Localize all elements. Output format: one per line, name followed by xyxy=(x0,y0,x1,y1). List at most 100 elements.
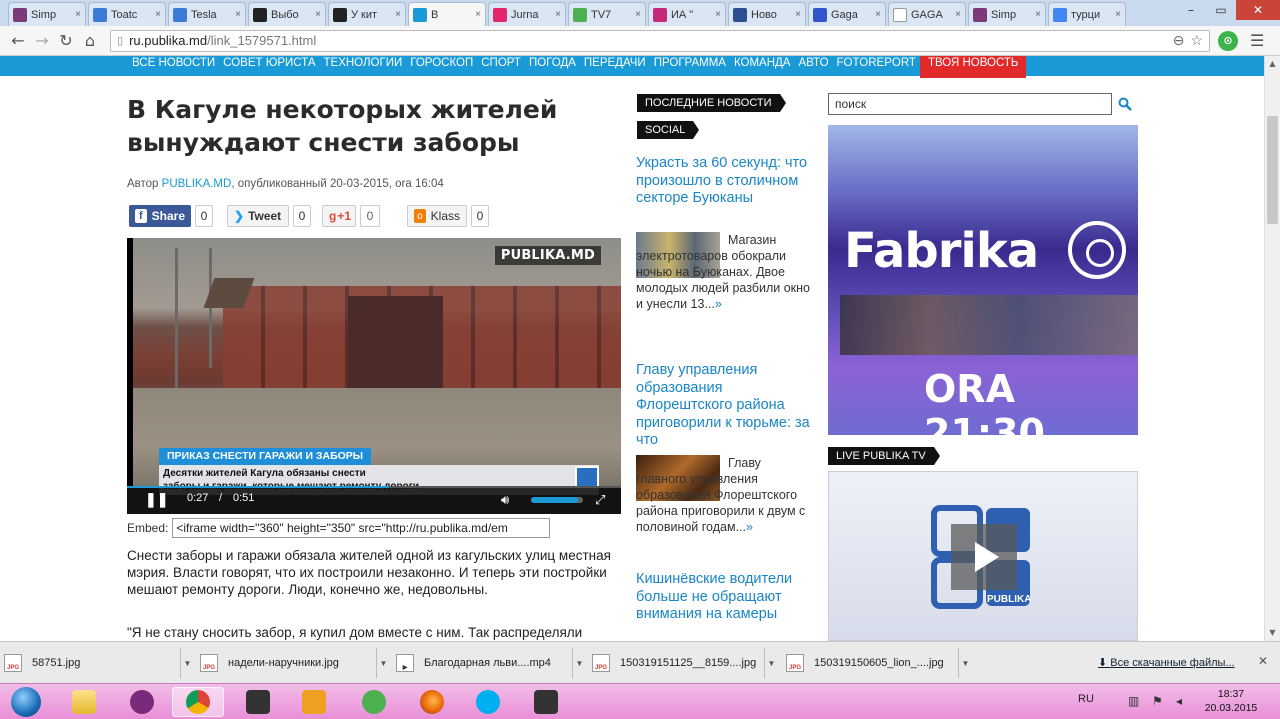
download-item[interactable]: JPG 58751.jpg ▼ xyxy=(4,648,194,678)
tab-close-icon[interactable]: × xyxy=(635,9,641,20)
volume-slider[interactable] xyxy=(531,497,583,503)
taskbar-app-chrome[interactable] xyxy=(172,687,224,717)
download-item[interactable]: ▶ Благодарная льви....mp4 ▼ xyxy=(396,648,586,678)
embed-code-field[interactable] xyxy=(172,518,551,538)
taskbar-app-skype[interactable] xyxy=(462,687,514,717)
tab-close-icon[interactable]: × xyxy=(795,9,801,20)
flag-icon[interactable]: ⚑ xyxy=(1152,694,1166,708)
chevron-down-icon[interactable]: ▼ xyxy=(376,648,390,678)
taskbar-app-firefox[interactable] xyxy=(406,687,458,717)
video-player[interactable]: PUBLIKA.MD ПРИКАЗ СНЕСТИ ГАРАЖИ И ЗАБОРЫ… xyxy=(127,238,621,514)
news-item-more-link[interactable]: » xyxy=(715,297,722,311)
browser-tab[interactable]: ИА " × xyxy=(648,2,726,26)
tab-close-icon[interactable]: × xyxy=(235,9,241,20)
tab-close-icon[interactable]: × xyxy=(555,9,561,20)
latest-news-tab[interactable]: ПОСЛЕДНИЕ НОВОСТИ xyxy=(637,94,786,112)
chevron-down-icon[interactable]: ▼ xyxy=(572,648,586,678)
site-nav-item[interactable]: СПОРТ xyxy=(477,56,525,76)
site-nav-item[interactable]: АВТО xyxy=(794,56,832,76)
live-tv-tab[interactable]: LIVE PUBLIKA TV xyxy=(828,447,940,465)
news-item-more-link[interactable]: » xyxy=(746,520,753,534)
taskbar-app-camera2[interactable] xyxy=(520,687,572,717)
reload-icon[interactable]: ↻ xyxy=(54,29,78,53)
system-clock[interactable]: 18:37 20.03.2015 xyxy=(1203,687,1259,715)
pause-icon[interactable]: ❚❚ xyxy=(145,491,168,508)
bookmark-star-icon[interactable]: ☆ xyxy=(1190,32,1203,49)
news-item-title[interactable]: Украсть за 60 секунд: что произошло в ст… xyxy=(636,155,811,208)
live-tv-player[interactable]: PUBLIKA xyxy=(828,471,1138,641)
news-item-title[interactable]: Кишинёвские водители больше не обращают … xyxy=(636,571,811,624)
tab-close-icon[interactable]: × xyxy=(1115,9,1121,20)
tab-close-icon[interactable]: × xyxy=(475,9,481,20)
extension-icon[interactable]: ⊙ xyxy=(1218,30,1238,51)
social-tab[interactable]: SOCIAL xyxy=(637,121,700,139)
taskbar-app-camera[interactable] xyxy=(232,687,284,717)
all-downloads-link[interactable]: ⬇ Все скачанные файлы... xyxy=(1098,656,1235,669)
speaker-icon[interactable]: ◂ xyxy=(1176,694,1190,708)
browser-tab[interactable]: Toatc × xyxy=(88,2,166,26)
chevron-down-icon[interactable]: ▼ xyxy=(764,648,778,678)
search-icon[interactable] xyxy=(1114,93,1136,115)
taskbar-app-utorrent[interactable] xyxy=(348,687,400,717)
site-nav-item[interactable]: ПРОГРАММА xyxy=(650,56,730,76)
site-nav-item[interactable]: ПЕРЕДАЧИ xyxy=(580,56,650,76)
video-progress-bar[interactable] xyxy=(127,486,621,488)
tab-close-icon[interactable]: × xyxy=(955,9,961,20)
minimize-button[interactable]: – xyxy=(1176,0,1206,20)
chevron-down-icon[interactable]: ▼ xyxy=(958,648,972,678)
browser-tab[interactable]: У кит × xyxy=(328,2,406,26)
language-indicator[interactable]: RU xyxy=(1078,693,1094,705)
browser-tab[interactable]: Ново × xyxy=(728,2,806,26)
browser-tab[interactable]: Simp × xyxy=(968,2,1046,26)
tab-close-icon[interactable]: × xyxy=(1035,9,1041,20)
tab-close-icon[interactable]: × xyxy=(395,9,401,20)
site-nav-your-news[interactable]: ТВОЯ НОВОСТЬ xyxy=(919,56,1027,78)
site-nav-item[interactable]: КОМАНДА xyxy=(730,56,795,76)
maximize-button[interactable]: ▭ xyxy=(1206,0,1236,20)
browser-tab[interactable]: GAGA × xyxy=(888,2,966,26)
taskbar-app-media[interactable] xyxy=(116,687,168,717)
site-nav-item[interactable]: ГОРОСКОП xyxy=(406,56,477,76)
download-item[interactable]: JPG надели-наручники.jpg ▼ xyxy=(200,648,390,678)
tab-close-icon[interactable]: × xyxy=(315,9,321,20)
scroll-down-arrow-icon[interactable]: ▼ xyxy=(1265,625,1280,641)
search-input[interactable] xyxy=(828,93,1112,115)
site-nav-item[interactable]: ПОГОДА xyxy=(525,56,580,76)
fabrika-promo-banner[interactable]: Fabrika ORA 21:30 xyxy=(828,125,1138,435)
odnoklassniki-button[interactable]: o Klass xyxy=(407,205,467,227)
forward-arrow-icon[interactable]: → xyxy=(30,29,54,53)
google-plus-button[interactable]: g +1 xyxy=(322,205,356,227)
site-nav-item[interactable]: СОВЕТ ЮРИСТА xyxy=(219,56,319,76)
site-nav-item[interactable]: ВСЕ НОВОСТИ xyxy=(128,56,219,76)
site-nav-item[interactable]: ТЕХНОЛОГИИ xyxy=(320,56,407,76)
browser-tab[interactable]: Tesla × xyxy=(168,2,246,26)
browser-tab[interactable]: Gaga × xyxy=(808,2,886,26)
menu-icon[interactable]: ☰ xyxy=(1250,31,1264,50)
zoom-icon[interactable]: ⊖ xyxy=(1173,32,1185,49)
facebook-share-button[interactable]: f Share xyxy=(129,205,191,227)
download-item[interactable]: JPG 150319150605_lion_....jpg ▼ xyxy=(786,648,972,678)
browser-tab[interactable]: Simp × xyxy=(8,2,86,26)
byline-author-link[interactable]: PUBLIKA.MD xyxy=(162,178,232,190)
tab-close-icon[interactable]: × xyxy=(715,9,721,20)
network-icon[interactable]: ▥ xyxy=(1128,694,1142,708)
twitter-tweet-button[interactable]: ❯ Tweet xyxy=(227,205,289,227)
browser-tab[interactable]: Jurna × xyxy=(488,2,566,26)
page-scrollbar[interactable]: ▲ ▼ xyxy=(1264,56,1280,641)
taskbar-app-video[interactable] xyxy=(288,687,340,717)
news-item-title[interactable]: Главу управления образования Флорештског… xyxy=(636,362,811,450)
chevron-down-icon[interactable]: ▼ xyxy=(180,648,194,678)
play-icon[interactable] xyxy=(951,524,1017,590)
close-window-button[interactable]: ✕ xyxy=(1236,0,1280,20)
site-nav-item[interactable]: FOTOREPORT xyxy=(833,56,920,76)
close-icon[interactable]: ✕ xyxy=(1258,654,1268,668)
taskbar-app-explorer[interactable] xyxy=(58,687,110,717)
browser-tab[interactable]: турци × xyxy=(1048,2,1126,26)
scroll-up-arrow-icon[interactable]: ▲ xyxy=(1265,56,1280,72)
browser-tab[interactable]: TV7 × xyxy=(568,2,646,26)
address-bar[interactable]: ▯ ru.publika.md/link_1579571.html ⊖ ☆ xyxy=(110,29,1210,52)
tab-close-icon[interactable]: × xyxy=(75,9,81,20)
download-item[interactable]: JPG 150319151125__8159....jpg ▼ xyxy=(592,648,778,678)
volume-icon[interactable]: 🔊︎ xyxy=(501,492,509,508)
home-icon[interactable]: ⌂ xyxy=(78,29,102,53)
